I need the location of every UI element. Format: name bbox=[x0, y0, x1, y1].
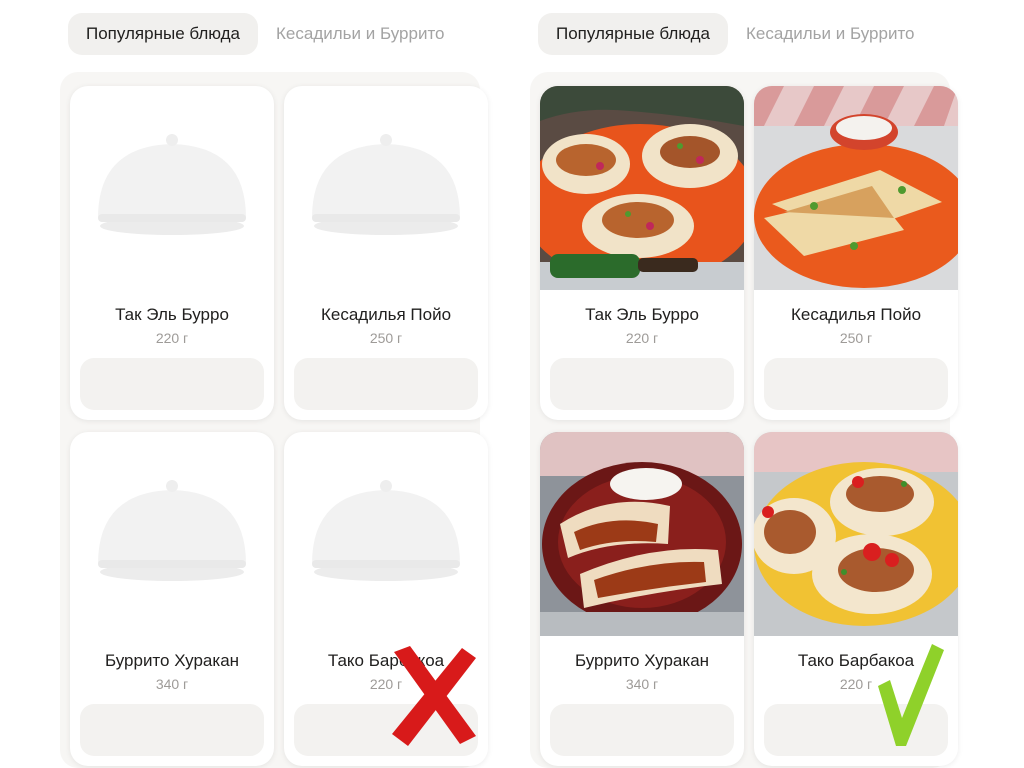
dish-cover-icon bbox=[284, 86, 488, 290]
dish-photo bbox=[754, 432, 958, 636]
add-to-cart-button[interactable] bbox=[550, 358, 734, 410]
menu-card[interactable]: Кесадилья Пойо 250 г bbox=[284, 86, 488, 420]
dish-weight: 250 г bbox=[839, 330, 873, 346]
tab-quesadillas-burritos[interactable]: Кесадильи и Буррито bbox=[276, 13, 445, 55]
dish-weight: 340 г bbox=[625, 676, 659, 692]
tab-popular[interactable]: Популярные блюда bbox=[538, 13, 729, 55]
dish-cover-icon bbox=[70, 86, 274, 290]
dish-weight: 340 г bbox=[155, 676, 189, 692]
tab-popular[interactable]: Популярные блюда bbox=[68, 13, 259, 55]
dish-name: Буррито Хуракан bbox=[104, 651, 240, 670]
category-tabs: Популярные блюда Кесадильи и Буррито bbox=[68, 12, 480, 56]
menu-card[interactable]: Так Эль Бурро 220 г bbox=[70, 86, 274, 420]
menu-card[interactable]: Так Эль Бурро 220 г bbox=[540, 86, 744, 420]
dish-weight: 220 г bbox=[155, 330, 189, 346]
dish-name: Кесадилья Пойо bbox=[320, 305, 452, 324]
dish-name: Так Эль Бурро bbox=[585, 305, 699, 324]
dish-name: Буррито Хуракан bbox=[574, 651, 710, 670]
dish-photo bbox=[540, 86, 744, 290]
dish-weight: 220 г bbox=[625, 330, 659, 346]
dish-name: Так Эль Бурро bbox=[115, 305, 229, 324]
dish-photo bbox=[754, 86, 958, 290]
dish-cover-icon bbox=[284, 432, 488, 636]
dish-photo bbox=[540, 432, 744, 636]
add-to-cart-button[interactable] bbox=[80, 358, 264, 410]
menu-card[interactable]: Буррито Хуракан 340 г bbox=[540, 432, 744, 766]
add-to-cart-button[interactable] bbox=[764, 358, 948, 410]
add-to-cart-button[interactable] bbox=[80, 704, 264, 756]
category-tabs: Популярные блюда Кесадильи и Буррито bbox=[538, 12, 950, 56]
red-cross-icon bbox=[392, 646, 476, 746]
add-to-cart-button[interactable] bbox=[294, 358, 478, 410]
green-check-icon bbox=[878, 644, 944, 746]
add-to-cart-button[interactable] bbox=[550, 704, 734, 756]
menu-card[interactable]: Буррито Хуракан 340 г bbox=[70, 432, 274, 766]
dish-weight: 250 г bbox=[369, 330, 403, 346]
tab-quesadillas-burritos[interactable]: Кесадильи и Буррито bbox=[746, 13, 915, 55]
dish-name: Кесадилья Пойо bbox=[790, 305, 922, 324]
dish-cover-icon bbox=[70, 432, 274, 636]
menu-card[interactable]: Кесадилья Пойо 250 г bbox=[754, 86, 958, 420]
